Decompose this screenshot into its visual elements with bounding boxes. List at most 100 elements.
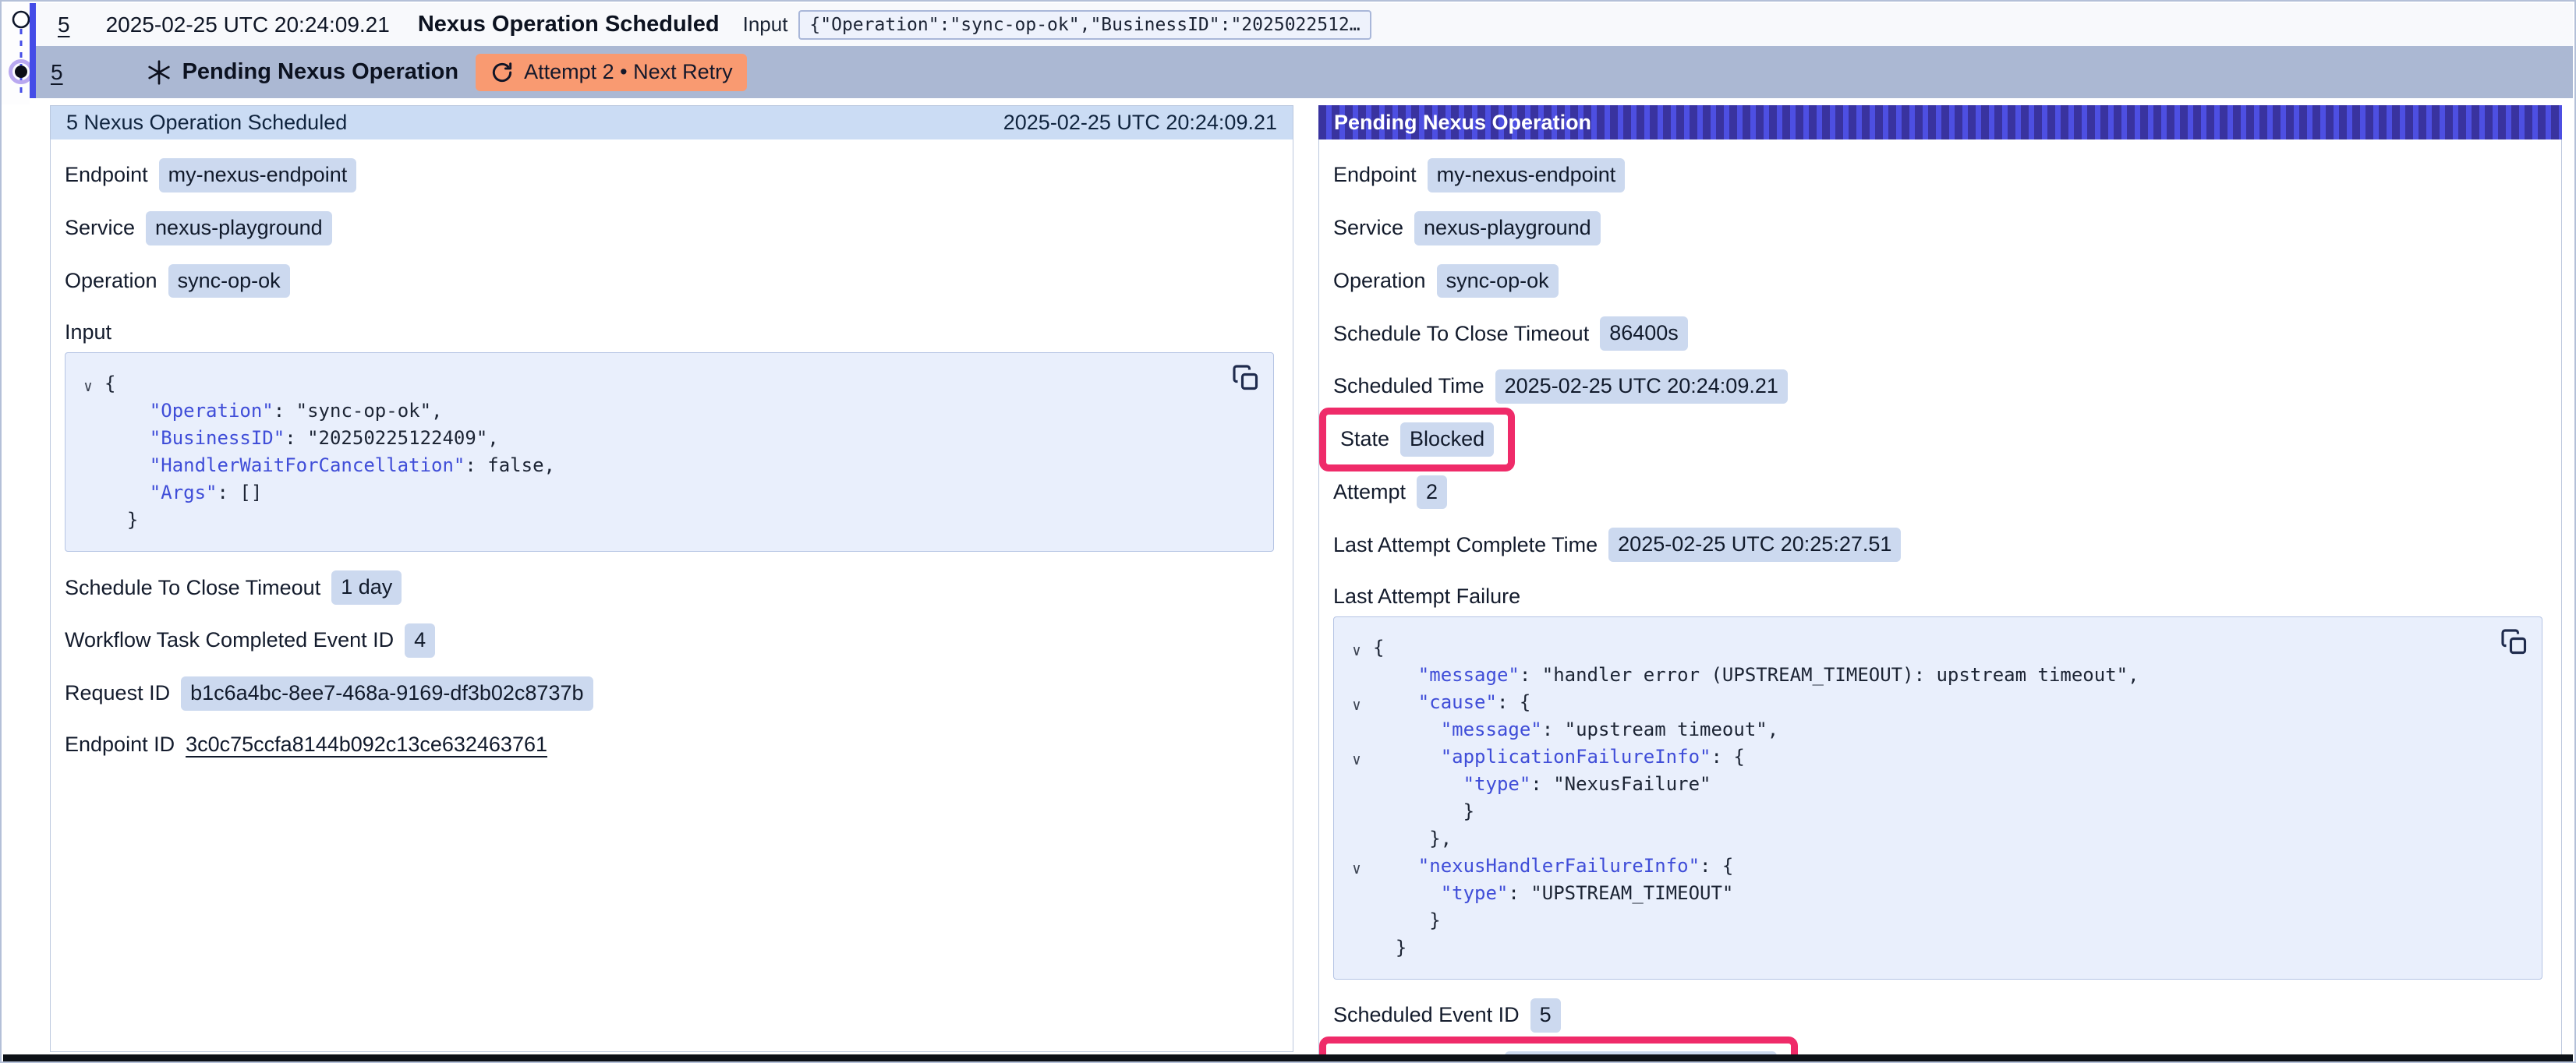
field-label: Endpoint ID	[65, 733, 175, 757]
code-text: "type": "NexusFailure"	[1373, 771, 1711, 798]
field-service: Service nexus-playground	[1333, 211, 2546, 245]
field-label: Operation	[65, 269, 157, 293]
field-label: Scheduled Time	[1333, 374, 1484, 398]
input-json-code-block: ∨{"Operation": "sync-op-ok","BusinessID"…	[65, 352, 1274, 552]
state-annotation-highlight: State Blocked	[1319, 408, 1515, 471]
code-text: "cause": {	[1373, 689, 1530, 716]
field-label: Attempt	[1333, 480, 1406, 504]
chevron-gutter	[72, 482, 104, 510]
chevron-gutter	[1340, 938, 1373, 965]
code-line: "BusinessID": "20250225122409",	[72, 425, 1254, 452]
code-text: "applicationFailureInfo": {	[1373, 743, 1745, 771]
field-value-chip: 2025-02-25 UTC 20:24:09.21	[1495, 369, 1788, 404]
chevron-down-icon[interactable]: ∨	[1340, 856, 1373, 883]
code-text: "message": "handler error (UPSTREAM_TIME…	[1373, 662, 2139, 689]
field-value-chip: sync-op-ok	[168, 264, 290, 298]
field-value-chip: b1c6a4bc-8ee7-468a-9169-df3b02c8737b	[181, 676, 593, 711]
code-line: ∨{	[1340, 634, 2523, 662]
field-value-chip: nexus-playground	[1414, 211, 1601, 245]
chevron-gutter	[72, 455, 104, 482]
code-text: "HandlerWaitForCancellation": false,	[104, 452, 555, 479]
field-label: Workflow Task Completed Event ID	[65, 628, 394, 652]
field-value-chip: 5	[1530, 998, 1561, 1033]
field-label: Endpoint	[65, 163, 148, 187]
event-id-link[interactable]: 5	[58, 12, 70, 37]
code-line: "type": "NexusFailure"	[1340, 771, 2523, 798]
code-line: "message": "upstream timeout",	[1340, 716, 2523, 743]
chevron-gutter	[1340, 719, 1373, 747]
field-value-chip: my-nexus-endpoint	[159, 158, 357, 192]
field-label: Input	[65, 320, 111, 344]
field-value-chip: 2	[1417, 475, 1447, 510]
event-detail-header-timestamp: 2025-02-25 UTC 20:24:09.21	[1003, 111, 1277, 135]
pending-operation-body: Endpoint my-nexus-endpoint Service nexus…	[1318, 139, 2562, 1063]
field-value-chip: 4	[405, 623, 435, 658]
chevron-gutter	[1340, 801, 1373, 828]
code-text: "message": "upstream timeout",	[1373, 716, 1778, 743]
field-schedule-to-close-timeout: Schedule To Close Timeout 86400s	[1333, 316, 2546, 351]
state-value-chip: Blocked	[1400, 422, 1494, 457]
retry-attempt-badge: Attempt 2 • Next Retry	[476, 54, 747, 91]
code-text: }	[104, 507, 138, 534]
field-input-label-row: Input	[65, 316, 1277, 348]
code-line: "message": "handler error (UPSTREAM_TIME…	[1340, 662, 2523, 689]
selected-group-accent-bar	[30, 3, 36, 98]
code-line: }	[1340, 934, 2523, 962]
code-text: "Operation": "sync-op-ok",	[104, 397, 443, 425]
code-line: "Operation": "sync-op-ok",	[72, 397, 1254, 425]
code-line: "HandlerWaitForCancellation": false,	[72, 452, 1254, 479]
bottom-divider	[3, 1054, 2573, 1063]
field-operation: Operation sync-op-ok	[1333, 264, 2546, 298]
chevron-down-icon[interactable]: ∨	[1340, 747, 1373, 774]
chevron-gutter	[1340, 774, 1373, 801]
code-text: }	[1373, 798, 1474, 825]
code-line: }	[72, 507, 1254, 534]
field-value-chip: 86400s	[1600, 316, 1688, 351]
code-text: "nexusHandlerFailureInfo": {	[1373, 853, 1733, 880]
event-history-screen: 5 2025-02-25 UTC 20:24:09.21 Nexus Opera…	[0, 0, 2576, 1063]
field-label: Service	[1333, 216, 1403, 240]
code-text: },	[1373, 825, 1452, 853]
field-attempt: Attempt 2	[1333, 475, 2546, 510]
field-scheduled-time: Scheduled Time 2025-02-25 UTC 20:24:09.2…	[1333, 369, 2546, 404]
pending-nexus-operation-row[interactable]: 5 Pending Nexus Operation Attempt 2 • Ne…	[36, 46, 2573, 98]
event-detail-body: Endpoint my-nexus-endpoint Service nexus…	[50, 139, 1293, 1052]
chevron-gutter	[1340, 883, 1373, 910]
field-label: Last Attempt Failure	[1333, 584, 1520, 609]
field-state: State Blocked	[1333, 422, 2546, 457]
code-text: }	[1373, 934, 1407, 962]
chevron-down-icon[interactable]: ∨	[1340, 692, 1373, 719]
field-service: Service nexus-playground	[65, 211, 1277, 245]
event-timestamp: 2025-02-25 UTC 20:24:09.21	[106, 12, 390, 37]
filled-dot-marker-icon	[15, 65, 27, 78]
chevron-gutter	[72, 428, 104, 455]
chevron-gutter	[72, 401, 104, 428]
event-title: Nexus Operation Scheduled	[418, 12, 720, 37]
copy-icon[interactable]	[2500, 628, 2529, 658]
event-row-nexus-operation-scheduled[interactable]: 5 2025-02-25 UTC 20:24:09.21 Nexus Opera…	[36, 3, 2573, 46]
code-line: ∨"cause": {	[1340, 689, 2523, 716]
event-detail-card: 5 Nexus Operation Scheduled 2025-02-25 U…	[50, 105, 1293, 1052]
chevron-down-icon[interactable]: ∨	[1340, 637, 1373, 665]
field-workflow-task-completed-event-id: Workflow Task Completed Event ID 4	[65, 623, 1277, 658]
field-last-attempt-failure-label-row: Last Attempt Failure	[1333, 581, 2546, 612]
pending-row-title: Pending Nexus Operation	[182, 59, 459, 85]
field-last-attempt-complete-time: Last Attempt Complete Time 2025-02-25 UT…	[1333, 528, 2546, 562]
pending-event-id-link[interactable]: 5	[51, 60, 63, 85]
event-input-label: Input	[743, 12, 788, 37]
copy-icon[interactable]	[1231, 364, 1261, 394]
chevron-down-icon[interactable]: ∨	[72, 373, 104, 401]
open-circle-marker-icon	[13, 12, 29, 27]
chevron-gutter	[1340, 665, 1373, 692]
field-endpoint: Endpoint my-nexus-endpoint	[1333, 158, 2546, 192]
code-text: "BusinessID": "20250225122409",	[104, 425, 499, 452]
endpoint-id-link[interactable]: 3c0c75ccfa8144b092c13ce632463761	[186, 733, 547, 757]
pending-operation-header-title: Pending Nexus Operation	[1334, 111, 1591, 135]
code-line: },	[1340, 825, 2523, 853]
asterisk-icon	[145, 58, 173, 87]
retry-badge-label: Attempt 2 • Next Retry	[524, 60, 733, 84]
retry-circular-arrow-icon	[490, 60, 515, 85]
field-scheduled-event-id: Scheduled Event ID 5	[1333, 998, 2546, 1033]
pending-operation-header: Pending Nexus Operation	[1318, 105, 2562, 139]
event-input-preview-chip[interactable]: {"Operation":"sync-op-ok","BusinessID":"…	[798, 10, 1371, 40]
